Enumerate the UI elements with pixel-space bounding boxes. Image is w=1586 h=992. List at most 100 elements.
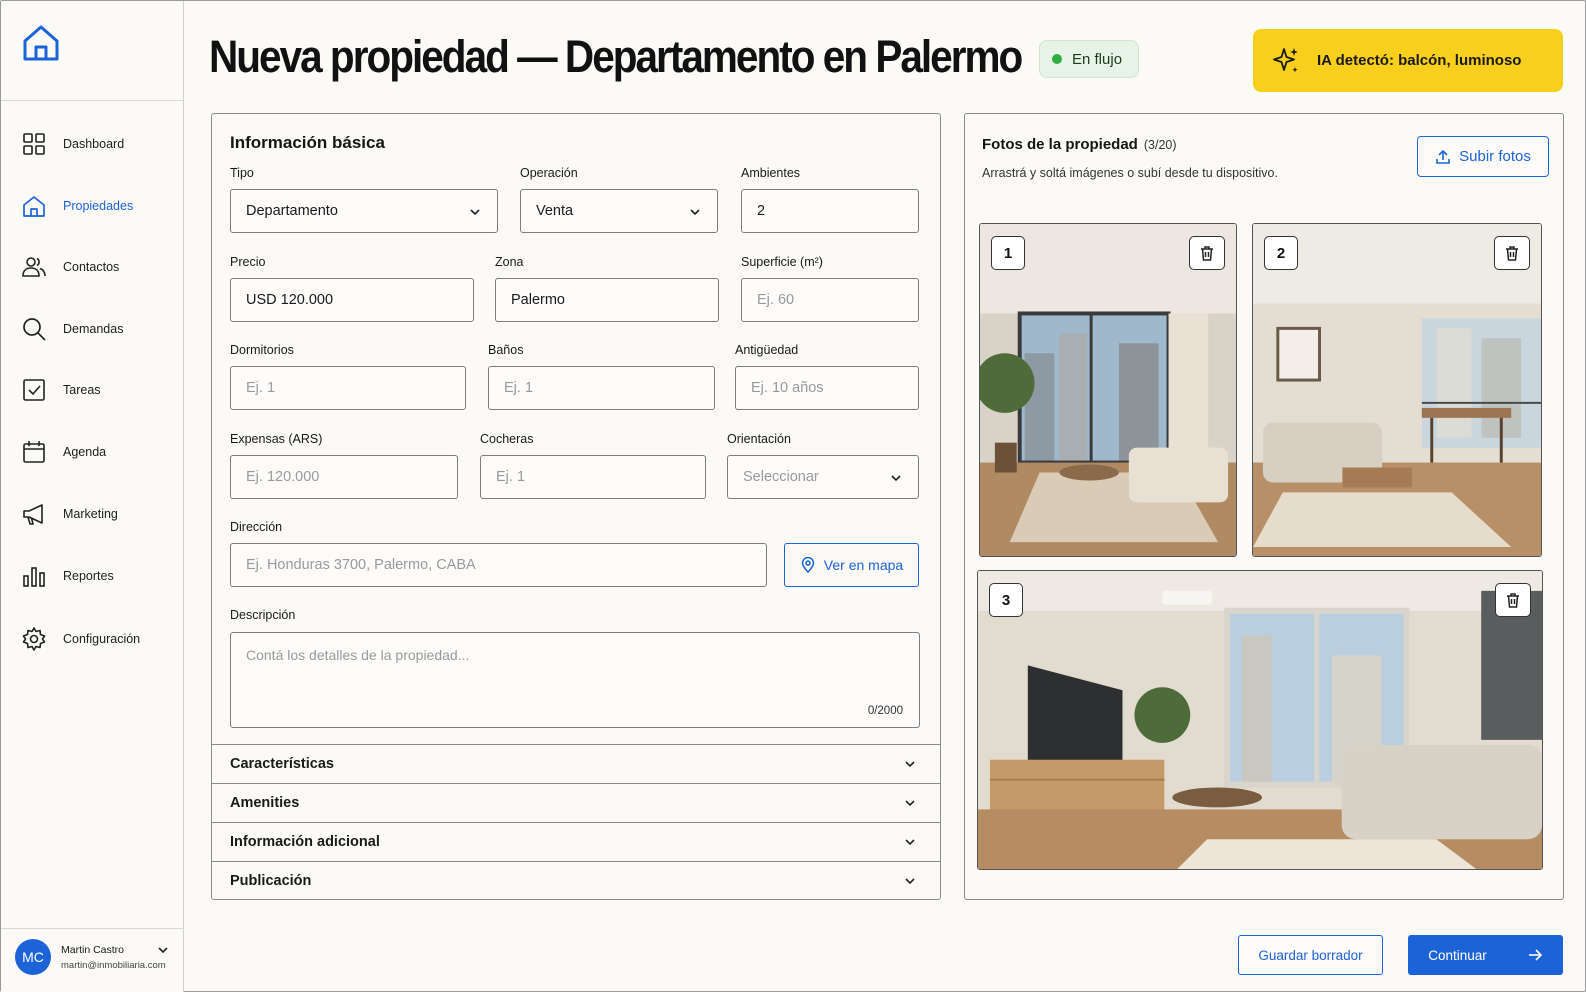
upload-label: Subir fotos — [1459, 148, 1531, 165]
sidebar-item-label: Reportes — [63, 569, 114, 583]
avatar[interactable]: MC — [15, 939, 51, 975]
dormitorios-placeholder: Ej. 1 — [246, 380, 276, 396]
photos-hint: Arrastrá y soltá imágenes o subí desde t… — [982, 166, 1278, 180]
accordion-label: Publicación — [230, 873, 312, 889]
orientacion-select[interactable]: Seleccionar — [727, 455, 919, 499]
megaphone-icon — [23, 504, 43, 525]
operacion-select[interactable]: Venta — [520, 189, 718, 233]
sidebar-item-label: Marketing — [63, 507, 118, 521]
dormitorios-input[interactable]: Ej. 1 — [230, 366, 466, 410]
checkbox-icon — [23, 379, 45, 401]
view-map-label: Ver en mapa — [823, 557, 904, 573]
map-pin-icon — [801, 557, 815, 573]
bar-chart-icon — [23, 567, 45, 587]
tipo-select[interactable]: Departamento — [230, 189, 498, 233]
status-dot — [1052, 54, 1062, 64]
gear-icon — [22, 627, 46, 651]
chevron-down-icon — [470, 209, 480, 216]
cocheras-input[interactable]: Ej. 1 — [480, 455, 706, 499]
sidebar-item-label: Propiedades — [63, 199, 134, 213]
cocheras-label: Cocheras — [480, 432, 534, 446]
sidebar-item-agenda[interactable]: Agenda — [21, 437, 181, 467]
living-room-tv-photo-image — [978, 571, 1542, 869]
sidebar-divider — [1, 100, 184, 101]
grid-icon — [23, 133, 45, 155]
upload-photos-button[interactable]: Subir fotos — [1417, 136, 1549, 177]
banos-input[interactable]: Ej. 1 — [488, 366, 715, 410]
living-room-photo-image — [980, 224, 1236, 556]
ambientes-value: 2 — [757, 203, 766, 219]
precio-label: Precio — [230, 255, 266, 269]
direccion-placeholder: Ej. Honduras 3700, Palermo, CABA — [246, 557, 476, 573]
users-icon — [22, 257, 46, 277]
delete-photo-button[interactable] — [1495, 583, 1531, 617]
sidebar-item-label: Contactos — [63, 260, 120, 274]
dormitorios-label: Dormitorios — [230, 343, 294, 357]
page-title: Nueva propiedad — Departamento en Palerm… — [209, 31, 1023, 82]
photo-number-badge: 2 — [1264, 236, 1298, 270]
sidebar-item-marketing[interactable]: Marketing — [21, 499, 181, 529]
calendar-icon — [23, 441, 45, 463]
continue-button[interactable]: Continuar — [1408, 935, 1563, 975]
basic-info-card: Información básica Tipo Departamento Ope… — [211, 113, 941, 900]
banos-label: Baños — [488, 343, 524, 357]
sparkle-icon — [1273, 47, 1298, 72]
sidebar-item-label: Demandas — [63, 322, 124, 336]
ambientes-input[interactable]: 2 — [741, 189, 919, 233]
photo-thumbnail[interactable]: 2 — [1252, 223, 1542, 557]
zona-label: Zona — [495, 255, 524, 269]
search-icon — [23, 318, 46, 341]
sidebar-item-propiedades[interactable]: Propiedades — [21, 191, 181, 221]
orientacion-label: Orientación — [727, 432, 791, 446]
trash-icon — [1507, 593, 1519, 608]
accordion-label: Amenities — [230, 795, 300, 811]
operacion-value: Venta — [536, 203, 574, 219]
accordion-informacion-adicional[interactable]: Información adicional — [212, 822, 940, 861]
photo-thumbnail[interactable]: 1 — [979, 223, 1237, 557]
photo-thumbnail[interactable]: 3 — [977, 570, 1543, 870]
house-icon — [23, 196, 45, 217]
antiguedad-input[interactable]: Ej. 10 años — [735, 366, 919, 410]
expensas-input[interactable]: Ej. 120.000 — [230, 455, 458, 499]
sidebar-item-contactos[interactable]: Contactos — [21, 252, 181, 282]
section-title: Información básica — [230, 133, 385, 152]
zona-input[interactable]: Palermo — [495, 278, 719, 322]
superficie-placeholder: Ej. 60 — [757, 292, 795, 308]
antiguedad-placeholder: Ej. 10 años — [751, 380, 824, 396]
tipo-value: Departamento — [246, 203, 338, 219]
house-logo-icon[interactable] — [21, 23, 61, 63]
sidebar-item-tareas[interactable]: Tareas — [21, 375, 181, 405]
status-badge: En flujo — [1039, 40, 1139, 78]
delete-photo-button[interactable] — [1189, 236, 1225, 270]
sidebar-item-configuracion[interactable]: Configuración — [21, 624, 181, 654]
photo-number-badge: 3 — [989, 583, 1023, 617]
user-divider — [1, 928, 184, 929]
sidebar-item-dashboard[interactable]: Dashboard — [21, 129, 181, 159]
delete-photo-button[interactable] — [1494, 236, 1530, 270]
sidebar-item-reportes[interactable]: Reportes — [21, 561, 181, 591]
save-draft-button[interactable]: Guardar borrador — [1238, 935, 1383, 975]
sidebar-item-label: Agenda — [63, 445, 107, 459]
photos-title-text: Fotos de la propiedad — [982, 136, 1138, 153]
accordion-label: Características — [230, 756, 334, 772]
superficie-input[interactable]: Ej. 60 — [741, 278, 919, 322]
continue-label: Continuar — [1428, 947, 1487, 963]
accordion-caracteristicas[interactable]: Características — [212, 744, 940, 783]
user-name: Martin Castro — [61, 944, 125, 956]
upload-icon — [1436, 149, 1450, 164]
photos-title: Fotos de la propiedad (3/20) — [982, 136, 1177, 153]
direccion-input[interactable]: Ej. Honduras 3700, Palermo, CABA — [230, 543, 767, 587]
sidebar-item-demandas[interactable]: Demandas — [21, 314, 181, 344]
descripcion-textarea[interactable]: Contá los detalles de la propiedad... 0/… — [230, 632, 920, 728]
accordion-amenities[interactable]: Amenities — [212, 783, 940, 822]
precio-input[interactable]: USD 120.000 — [230, 278, 474, 322]
superficie-label: Superficie (m²) — [741, 255, 823, 269]
photos-count: (3/20) — [1143, 138, 1177, 152]
arrow-right-icon — [1528, 949, 1542, 961]
ai-detection-banner: IA detectó: balcón, luminoso — [1253, 29, 1563, 92]
chevron-down-icon — [905, 839, 915, 846]
view-map-button[interactable]: Ver en mapa — [784, 543, 919, 587]
chevron-down-icon[interactable] — [157, 944, 169, 956]
photos-card: Fotos de la propiedad (3/20) Arrastrá y s… — [964, 113, 1564, 900]
accordion-publicacion[interactable]: Publicación — [212, 861, 940, 900]
